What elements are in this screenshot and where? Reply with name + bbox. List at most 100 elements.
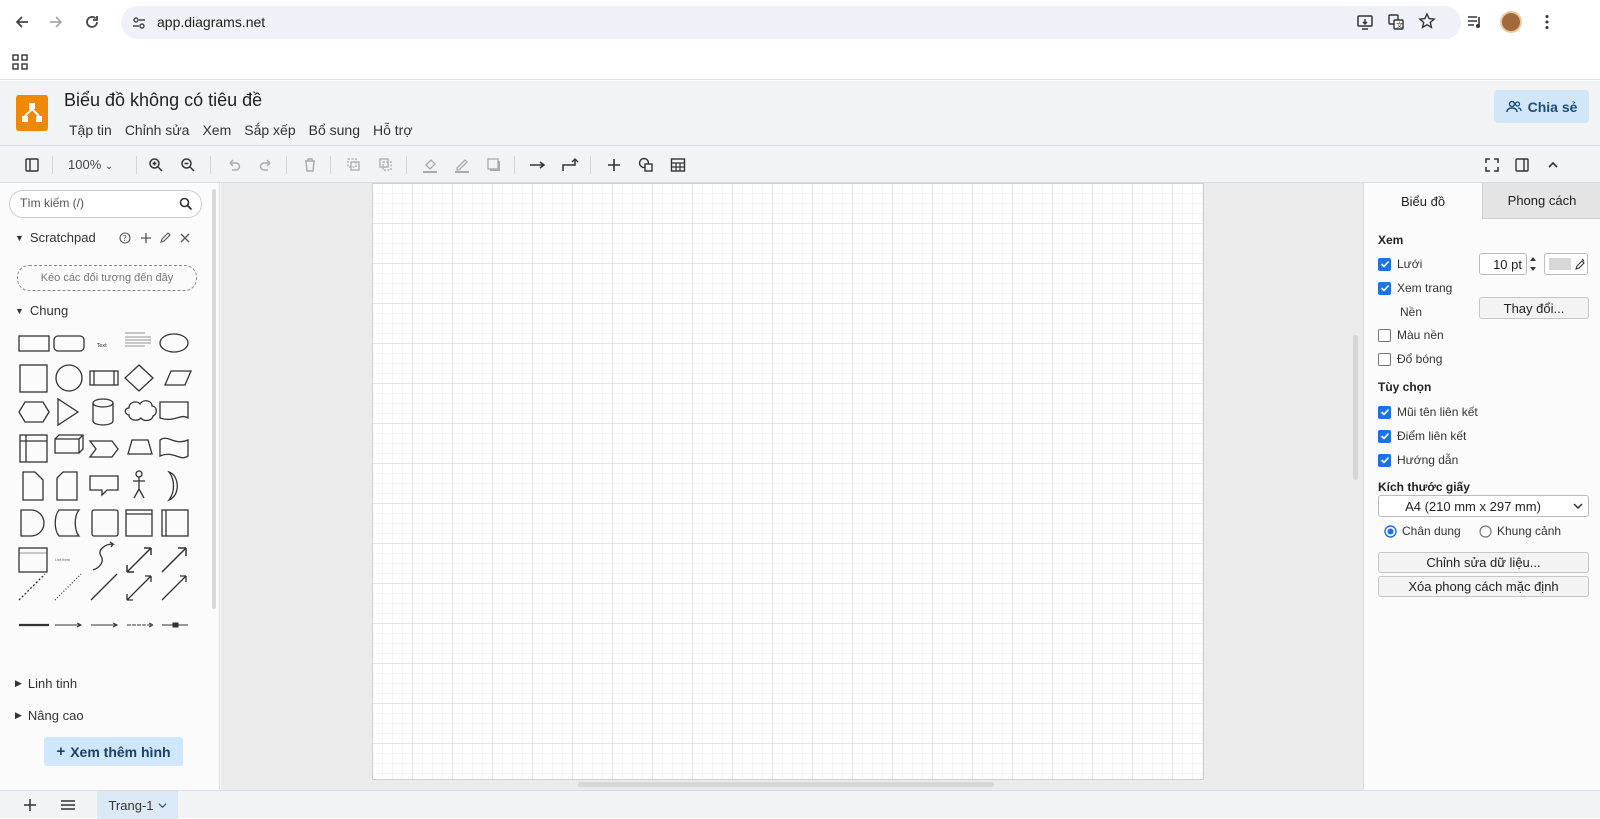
- misc-section-header[interactable]: ▶ Linh tinh: [15, 676, 77, 691]
- scratchpad-header[interactable]: ▼ Scratchpad: [15, 230, 96, 245]
- cloud-shape[interactable]: [124, 400, 157, 422]
- scratchpad-dropzone[interactable]: Kéo các đối tượng đến đây: [17, 265, 197, 291]
- menu-view[interactable]: Xem: [196, 120, 237, 140]
- background-color-checkbox[interactable]: Màu nền: [1378, 328, 1444, 342]
- translate-icon[interactable]: 文: [1387, 13, 1405, 31]
- media-control-icon[interactable]: [1466, 13, 1484, 31]
- shadow-icon[interactable]: [484, 155, 504, 175]
- step-shape[interactable]: [88, 440, 119, 458]
- circle-shape[interactable]: [55, 364, 83, 392]
- tape-shape[interactable]: [159, 437, 189, 459]
- install-app-icon[interactable]: [1356, 13, 1374, 31]
- apps-grid-icon[interactable]: [12, 54, 28, 70]
- connection-points-checkbox[interactable]: Điểm liên kết: [1378, 429, 1466, 443]
- checkbox-checked-icon[interactable]: [1378, 405, 1391, 419]
- menu-arrange[interactable]: Sắp xếp: [238, 120, 301, 140]
- change-background-button[interactable]: Thay đổi...: [1479, 297, 1589, 319]
- radio-unselected-icon[interactable]: [1479, 524, 1492, 538]
- ellipse-shape[interactable]: [159, 333, 189, 353]
- edit-pencil-icon[interactable]: [159, 232, 171, 244]
- radio-selected-icon[interactable]: [1384, 524, 1397, 538]
- waypoints-icon[interactable]: [560, 155, 580, 175]
- site-info-icon[interactable]: [131, 15, 147, 31]
- clear-default-style-button[interactable]: Xóa phong cách mặc định: [1378, 576, 1589, 597]
- zoom-out-icon[interactable]: [178, 155, 198, 175]
- bidirectional-connector-shape[interactable]: [126, 575, 152, 601]
- checkbox-checked-icon[interactable]: [1378, 257, 1391, 271]
- internal-storage-shape[interactable]: [19, 434, 48, 463]
- parallelogram-shape[interactable]: [164, 370, 192, 386]
- callout-shape[interactable]: [89, 475, 119, 497]
- card-shape[interactable]: [56, 471, 78, 501]
- spinner-arrows-icon[interactable]: [1528, 253, 1538, 275]
- process-shape[interactable]: [89, 370, 119, 386]
- drawio-logo-icon[interactable]: [16, 95, 48, 131]
- close-icon[interactable]: [179, 232, 191, 244]
- forward-icon[interactable]: [42, 8, 70, 36]
- swimlane-shape[interactable]: [161, 509, 189, 537]
- trapezoid-shape[interactable]: [127, 439, 153, 455]
- connection-arrows-checkbox[interactable]: Mũi tên liên kết: [1378, 405, 1478, 419]
- arrow-shape[interactable]: [161, 547, 187, 573]
- bidirectional-arrow-shape[interactable]: [126, 547, 152, 573]
- redo-icon[interactable]: [256, 155, 276, 175]
- bookmark-star-icon[interactable]: [1418, 12, 1436, 30]
- paper-size-select[interactable]: A4 (210 mm x 297 mm): [1378, 495, 1589, 517]
- menu-edit[interactable]: Chỉnh sửa: [119, 120, 196, 140]
- hexagon-shape[interactable]: [18, 401, 50, 423]
- portrait-radio[interactable]: Chân dung: [1384, 524, 1461, 538]
- back-icon[interactable]: [8, 8, 36, 36]
- checkbox-unchecked-icon[interactable]: [1378, 328, 1391, 342]
- landscape-radio[interactable]: Khung cảnh: [1479, 524, 1561, 538]
- grid-color-picker[interactable]: [1544, 253, 1588, 275]
- line-shape[interactable]: [90, 573, 118, 601]
- advanced-section-header[interactable]: ▶ Nâng cao: [15, 708, 84, 723]
- shadow-checkbox[interactable]: Đổ bóng: [1378, 352, 1442, 366]
- fullscreen-icon[interactable]: [1482, 155, 1502, 175]
- shape-search-box[interactable]: [9, 190, 202, 218]
- dashed-line-shape[interactable]: [18, 573, 46, 601]
- rounded-square-shape[interactable]: [91, 509, 119, 537]
- actor-shape[interactable]: [133, 470, 145, 499]
- guides-checkbox[interactable]: Hướng dẫn: [1378, 453, 1458, 467]
- insert-plus-icon[interactable]: [604, 155, 624, 175]
- cube-shape[interactable]: [54, 434, 84, 454]
- page-tab[interactable]: Trang-1: [97, 791, 178, 819]
- fill-color-icon[interactable]: [420, 155, 440, 175]
- checkbox-unchecked-icon[interactable]: [1378, 352, 1391, 366]
- triangle-shape[interactable]: [57, 397, 80, 427]
- zoom-in-icon[interactable]: [146, 155, 166, 175]
- undo-icon[interactable]: [224, 155, 244, 175]
- add-page-icon[interactable]: [23, 798, 37, 812]
- text-shape[interactable]: Text: [96, 343, 107, 349]
- format-panel-icon[interactable]: [1512, 155, 1532, 175]
- square-shape[interactable]: [19, 364, 48, 393]
- format-panel-toggle-icon[interactable]: [22, 155, 42, 175]
- cylinder-shape[interactable]: [92, 398, 114, 426]
- dotted-line-shape[interactable]: [54, 573, 82, 601]
- sidebar-scrollbar[interactable]: [212, 189, 216, 609]
- rounded-rectangle-shape[interactable]: [53, 335, 85, 352]
- pages-menu-icon[interactable]: [60, 798, 76, 812]
- document-title[interactable]: Biểu đồ không có tiêu đề: [64, 90, 262, 111]
- labeled-connector-shape[interactable]: [55, 622, 83, 628]
- address-bar[interactable]: app.diagrams.net: [121, 6, 1461, 39]
- note-shape[interactable]: [22, 471, 44, 501]
- rectangle-shape[interactable]: [18, 335, 50, 352]
- delete-icon[interactable]: [300, 155, 320, 175]
- to-back-icon[interactable]: [376, 155, 396, 175]
- checkbox-checked-icon[interactable]: [1378, 429, 1391, 443]
- zoom-dropdown[interactable]: 100% ⌄: [68, 157, 113, 172]
- share-button[interactable]: Chia sẻ: [1494, 90, 1589, 123]
- tab-style[interactable]: Phong cách: [1482, 183, 1600, 219]
- tab-diagram[interactable]: Biểu đồ: [1364, 183, 1482, 219]
- document-shape[interactable]: [159, 401, 189, 421]
- line-color-icon[interactable]: [452, 155, 472, 175]
- profile-avatar[interactable]: [1500, 11, 1522, 33]
- connector-label-shape[interactable]: [127, 622, 155, 628]
- menu-extras[interactable]: Bổ sung: [303, 120, 366, 140]
- page-view-checkbox[interactable]: Xem trang: [1378, 281, 1452, 295]
- more-vertical-icon[interactable]: [1538, 13, 1556, 31]
- table-icon[interactable]: [668, 155, 688, 175]
- collapse-chevron-up-icon[interactable]: [1543, 155, 1563, 175]
